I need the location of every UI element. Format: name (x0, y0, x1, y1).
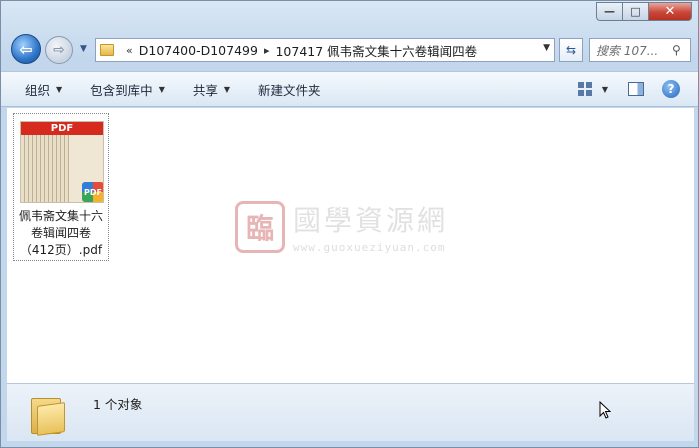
forward-button[interactable]: ⇨ (45, 36, 73, 64)
details-pane: 1 个对象 (7, 383, 694, 441)
folder-icon (100, 44, 114, 56)
explorer-window: — □ ✕ ⇦ ⇨ ▼ « D107400-D107499 ▸ 107417 佩… (0, 0, 699, 448)
command-bar: 组织 ▼ 包含到库中 ▼ 共享 ▼ 新建文件夹 ▼ ? (1, 71, 698, 107)
back-button[interactable]: ⇦ (11, 34, 41, 64)
help-icon[interactable]: ? (662, 80, 680, 98)
chevron-down-icon[interactable]: ▼ (602, 85, 608, 94)
back-arrow-icon: ⇦ (19, 39, 33, 59)
preview-pane-icon[interactable] (628, 82, 644, 96)
view-controls: ▼ ? (577, 80, 680, 98)
file-list-area[interactable]: PDF PDF 佩韦斋文集十六卷辑闻四卷（412页）.pdf 臨 國學資源網 w… (7, 108, 694, 383)
maximize-button[interactable]: □ (622, 2, 648, 21)
mouse-pointer-icon (599, 401, 611, 419)
thumbnail-band: PDF (21, 122, 103, 135)
watermark-url: www.guoxueziyuan.com (293, 241, 446, 254)
forward-arrow-icon: ⇨ (53, 42, 65, 58)
change-view-icon[interactable] (577, 82, 592, 96)
watermark: 臨 國學資源網 www.guoxueziyuan.com (235, 199, 448, 254)
file-name: 佩韦斋文集十六卷辑闻四卷（412页）.pdf (18, 209, 103, 257)
include-in-library-button[interactable]: 包含到库中 ▼ (90, 80, 165, 99)
chevron-down-icon: ▼ (56, 84, 63, 94)
pdf-thumbnail: PDF PDF (20, 121, 104, 203)
minimize-button[interactable]: — (596, 2, 622, 21)
breadcrumb-item-current[interactable]: 107417 佩韦斋文集十六卷辑闻四卷 (275, 41, 477, 60)
item-count: 1 个对象 (93, 397, 143, 412)
chevron-down-icon: ▼ (80, 44, 87, 54)
chevron-down-icon: ▼ (158, 84, 165, 94)
breadcrumb-overflow[interactable]: « (126, 44, 133, 57)
watermark-title: 國學資源網 (293, 204, 449, 237)
breadcrumb-separator-icon[interactable]: ▸ (264, 44, 270, 57)
share-label: 共享 (192, 82, 218, 98)
search-box[interactable]: 搜索 107... ⚲ (589, 38, 691, 62)
watermark-logo-icon: 臨 (235, 200, 285, 253)
address-bar[interactable]: « D107400-D107499 ▸ 107417 佩韦斋文集十六卷辑闻四卷 … (95, 38, 555, 62)
organize-label: 组织 (25, 82, 51, 98)
recent-pages-button[interactable]: ▼ (80, 44, 90, 54)
search-input[interactable]: 搜索 107... (596, 42, 672, 59)
breadcrumb-item[interactable]: D107400-D107499 (139, 43, 258, 58)
refresh-icon: ⇆ (565, 43, 577, 57)
close-button[interactable]: ✕ (648, 2, 692, 21)
include-in-library-label: 包含到库中 (90, 82, 153, 98)
chevron-down-icon: ▼ (223, 84, 231, 94)
folder-icon (31, 394, 67, 436)
organize-button[interactable]: 组织 ▼ (25, 80, 62, 99)
new-folder-label: 新建文件夹 (258, 82, 321, 98)
chevron-down-icon[interactable]: ▼ (543, 43, 550, 53)
search-icon[interactable]: ⚲ (672, 43, 690, 57)
refresh-button[interactable]: ⇆ (559, 38, 583, 62)
thumbnail-page-left (21, 135, 69, 202)
file-item[interactable]: PDF PDF 佩韦斋文集十六卷辑闻四卷（412页）.pdf (13, 113, 109, 261)
navigation-bar: ⇦ ⇨ ▼ « D107400-D107499 ▸ 107417 佩韦斋文集十六… (1, 31, 698, 65)
share-button[interactable]: 共享 ▼ (193, 80, 230, 99)
pdf-app-icon: PDF (82, 182, 103, 202)
new-folder-button[interactable]: 新建文件夹 (258, 80, 321, 99)
caption-buttons: — □ ✕ (596, 2, 692, 21)
